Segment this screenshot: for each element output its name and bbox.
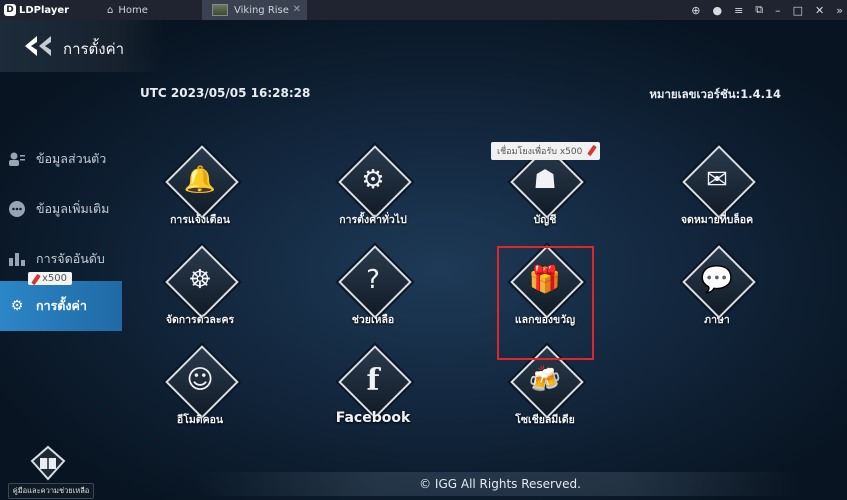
- emoticon-icon: ☺: [186, 365, 214, 395]
- highlight-box: [497, 246, 594, 360]
- tab-game-label: Viking Rise: [234, 4, 289, 16]
- tile-label: โซเชียลมีเดีย: [515, 414, 575, 426]
- language-icon: 💬: [700, 265, 734, 295]
- back-arrow-icon[interactable]: [23, 34, 53, 58]
- pencil-icon: [31, 273, 41, 286]
- chat-icon: [8, 200, 26, 218]
- tile-social-media[interactable]: 🍻 โซเชียลมีเดีย: [485, 345, 605, 450]
- sidebar-item-label: ข้อมูลเพิ่มเติม: [36, 201, 110, 216]
- tile-label: การแจ้งเตือน: [170, 214, 230, 226]
- page-title: การตั้งค่า: [63, 40, 125, 58]
- tile-label: การตั้งค่าทั่วไป: [339, 214, 407, 226]
- restore-icon[interactable]: ⧉: [755, 3, 763, 17]
- tile-label: ภาษา: [704, 314, 730, 326]
- profile-icon: [8, 150, 26, 168]
- tab-close-icon[interactable]: ✕: [293, 4, 301, 15]
- home-icon: ⌂: [107, 4, 114, 16]
- menu-icon[interactable]: ≡: [734, 4, 743, 17]
- tile-frame: ☺: [165, 345, 239, 419]
- sidebar-item-label: การจัดอันดับ: [36, 251, 105, 266]
- blocked-mail-icon: ✉: [706, 165, 728, 195]
- ranking-icon: [8, 250, 26, 268]
- game-settings-screen: การตั้งค่า UTC 2023/05/05 16:28:28 หมายเ…: [0, 20, 847, 500]
- guide-book-icon: [28, 445, 68, 481]
- window-controls: ⊕ ● ≡ ⧉ – □ ✕ »: [691, 0, 843, 20]
- help-book-icon: ?: [366, 265, 380, 295]
- tile-label: Facebook: [335, 410, 411, 426]
- gears-icon: ⚙: [361, 165, 385, 195]
- settings-header: การตั้งค่า: [0, 20, 165, 72]
- bell-icon: 🔔: [183, 165, 217, 195]
- tile-frame: 🔔: [165, 145, 239, 219]
- app-name: LDPlayer: [19, 4, 70, 16]
- tile-help[interactable]: ? ช่วยเหลือ: [313, 245, 433, 350]
- tile-frame: ✉: [682, 145, 756, 219]
- copyright-footer: © IGG All Rights Reserved.: [195, 472, 805, 496]
- minimize-icon[interactable]: –: [775, 4, 781, 17]
- tile-blocked-mail[interactable]: ✉ จดหมายที่บล็อค: [657, 145, 777, 250]
- expand-icon[interactable]: »: [836, 4, 843, 17]
- tile-label: จัดการตัวละคร: [165, 314, 235, 326]
- utc-time: UTC 2023/05/05 16:28:28: [140, 86, 311, 100]
- user-icon[interactable]: ●: [712, 4, 722, 17]
- sidebar-item-label: การตั้งค่า: [36, 298, 87, 313]
- tile-account[interactable]: ☗ บัญชี: [485, 145, 605, 250]
- tile-label: ช่วยเหลือ: [351, 314, 395, 326]
- tile-character-management[interactable]: ☸ จัดการตัวละคร: [140, 245, 260, 350]
- ldplayer-brand: D LDPlayer: [0, 4, 99, 16]
- tile-emoticon[interactable]: ☺ อีโมติคอน: [140, 345, 260, 450]
- tab-home-label: Home: [118, 4, 148, 16]
- tile-label: บัญชี: [533, 214, 557, 226]
- pencil-icon: [587, 144, 598, 157]
- emulator-titlebar: D LDPlayer ⌂ Home Viking Rise ✕ ⊕ ● ≡ ⧉ …: [0, 0, 847, 20]
- tile-frame: f: [338, 345, 412, 419]
- link-reward-badge: เชื่อมโยงเพื่อรับ x500: [491, 142, 601, 160]
- tile-frame: ⚙: [338, 145, 412, 219]
- tab-viking-rise[interactable]: Viking Rise ✕: [202, 0, 307, 20]
- tile-label: อีโมติคอน: [176, 414, 224, 426]
- tile-label: จดหมายที่บล็อค: [680, 214, 754, 226]
- reward-badge-label: x500: [42, 273, 68, 284]
- close-icon[interactable]: ✕: [815, 4, 824, 17]
- link-reward-label: เชื่อมโยงเพื่อรับ x500: [497, 147, 583, 157]
- gamepad-icon[interactable]: ⊕: [691, 4, 700, 17]
- facebook-icon: f: [366, 362, 380, 398]
- tile-language[interactable]: 💬 ภาษา: [657, 245, 777, 350]
- sidebar-item-label: ข้อมูลส่วนตัว: [36, 151, 107, 166]
- maximize-icon[interactable]: □: [793, 4, 803, 17]
- sidebar-item-settings[interactable]: ⚙ การตั้งค่า: [0, 281, 122, 331]
- guide-and-help-label: คู่มือและความช่วยเหลือ: [8, 483, 94, 499]
- ldplayer-logo-icon: D: [4, 4, 16, 16]
- gear-icon: ⚙: [10, 298, 24, 314]
- tile-frame: 💬: [682, 245, 756, 319]
- version-number: หมายเลขเวอร์ชัน:1.4.14: [649, 87, 781, 101]
- tile-frame: ?: [338, 245, 412, 319]
- tile-notifications[interactable]: 🔔 การแจ้งเตือน: [140, 145, 260, 250]
- tile-facebook[interactable]: f Facebook: [313, 345, 433, 450]
- game-thumbnail-icon: [212, 4, 228, 16]
- tab-home[interactable]: ⌂ Home: [99, 0, 202, 20]
- tile-frame: ☸: [165, 245, 239, 319]
- tile-general-settings[interactable]: ⚙ การตั้งค่าทั่วไป: [313, 145, 433, 250]
- sidebar-item-personal-info[interactable]: ข้อมูลส่วนตัว: [0, 135, 122, 183]
- sidebar-item-more-info[interactable]: ข้อมูลเพิ่มเติม: [0, 185, 122, 233]
- reward-badge: x500: [28, 272, 73, 286]
- character-icon: ☸: [188, 265, 212, 295]
